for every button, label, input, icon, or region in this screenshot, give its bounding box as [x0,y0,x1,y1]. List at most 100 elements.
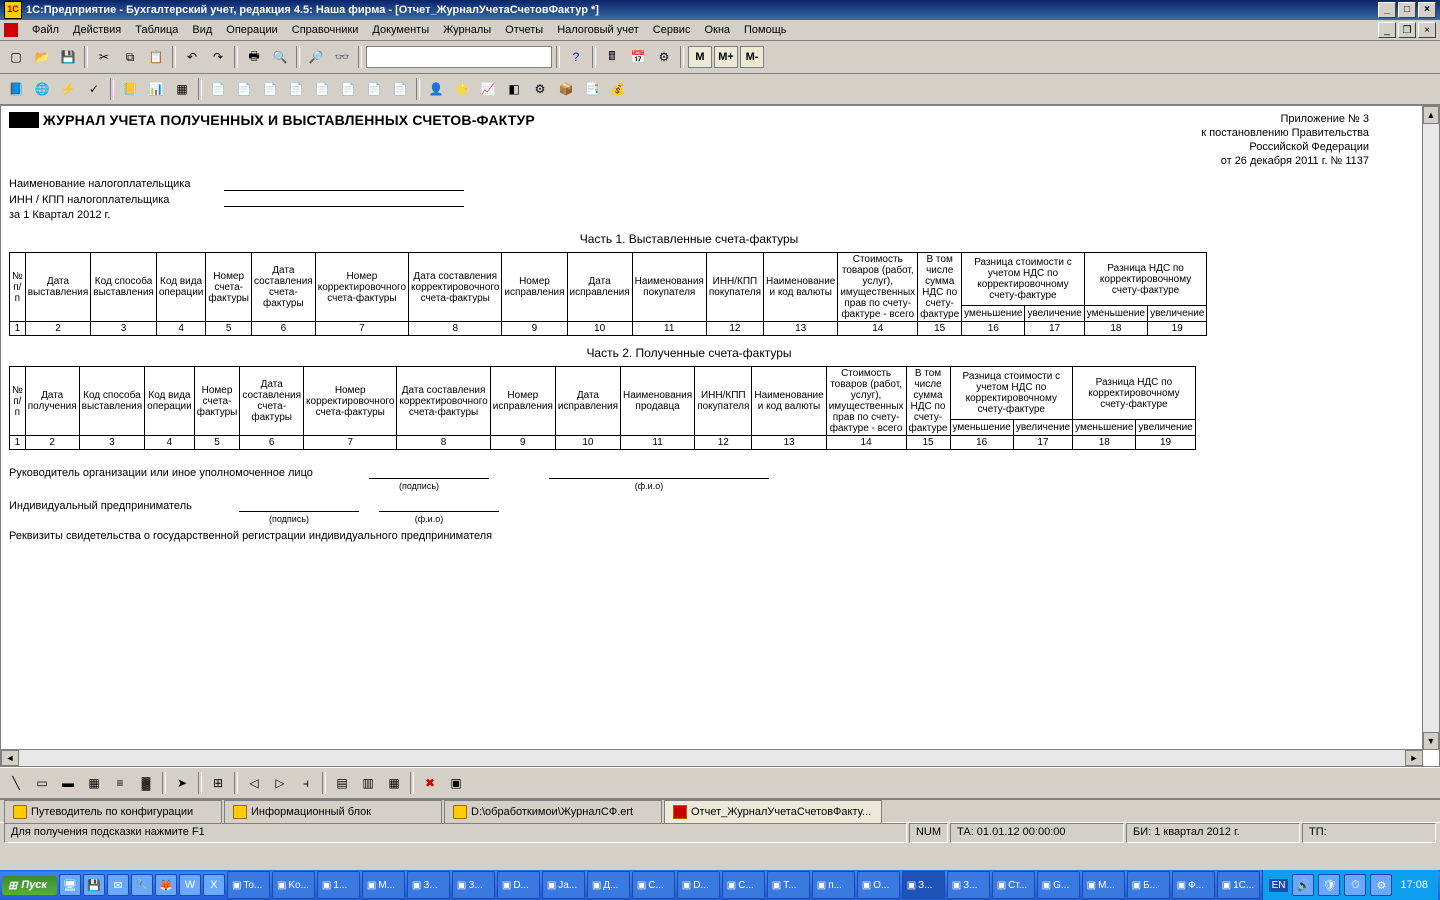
doc8-icon[interactable]: 📄 [388,77,412,101]
rect-icon[interactable]: ▭ [30,771,54,795]
maximize-button[interactable]: □ [1398,2,1416,18]
guide-icon[interactable]: 📘 [4,77,28,101]
post-icon[interactable]: ✓ [82,77,106,101]
ql-mail-icon[interactable]: ✉ [107,874,129,896]
mdi-close-button[interactable]: × [1418,22,1436,38]
minimize-button[interactable]: _ [1378,2,1396,18]
scroll-down-icon[interactable]: ▼ [1423,732,1439,750]
taskbar-task[interactable]: ▣Ст... [992,871,1035,899]
binocular-icon[interactable]: 👓 [330,45,354,69]
tray-icon-1[interactable]: 🔊 [1292,874,1314,896]
ops-icon[interactable]: ⚡ [56,77,80,101]
gear-icon[interactable]: ⚙ [528,77,552,101]
menu-operations[interactable]: Операции [220,22,283,38]
print-icon[interactable]: 🖶 [242,45,266,69]
doc3-icon[interactable]: 📄 [258,77,282,101]
menu-documents[interactable]: Документы [366,22,435,38]
taskbar-task[interactable]: ▣Ko... [272,871,315,899]
taskbar-task[interactable]: ▣З... [947,871,990,899]
ql-desktop-icon[interactable]: 🖥 [59,874,81,896]
rect2-icon[interactable]: ▬ [56,771,80,795]
lang-indicator[interactable]: EN [1269,879,1289,892]
preview-icon[interactable]: 🔍 [268,45,292,69]
doc4-icon[interactable]: 📄 [284,77,308,101]
doc1-icon[interactable]: 📄 [206,77,230,101]
grid-icon[interactable]: ▦ [170,77,194,101]
m-minus-button[interactable]: M- [740,46,764,68]
tax-icon[interactable]: 💰 [606,77,630,101]
pointer-icon[interactable]: ➤ [170,771,194,795]
check-icon[interactable]: ▣ [444,771,468,795]
open-icon[interactable]: 📂 [30,45,54,69]
fill-icon[interactable]: ▓ [134,771,158,795]
close-button[interactable]: × [1418,2,1436,18]
menu-journals[interactable]: Журналы [437,22,497,38]
menu-help[interactable]: Помощь [738,22,793,38]
taskbar-task[interactable]: ▣D... [497,871,540,899]
grid2-icon[interactable]: ▥ [356,771,380,795]
grid1-icon[interactable]: ▤ [330,771,354,795]
taskbar-task[interactable]: ▣Ja... [542,871,585,899]
taskbar-task[interactable]: ▣Ф... [1172,871,1215,899]
box-icon[interactable]: 📦 [554,77,578,101]
ql-xls-icon[interactable]: X [203,874,225,896]
menu-actions[interactable]: Действия [67,22,127,38]
doc7-icon[interactable]: 📄 [362,77,386,101]
tray-icon-2[interactable]: 🛡 [1318,874,1340,896]
mdi-sys-icon[interactable] [4,23,18,37]
taskbar-task[interactable]: ▣1С... [1217,871,1260,899]
tab-info[interactable]: Информационный блок [224,800,442,823]
taskbar-task[interactable]: ▣С... [722,871,765,899]
start-button[interactable]: ⊞ Пуск [2,876,57,895]
line-icon[interactable]: ╲ [4,771,28,795]
taskbar-task[interactable]: ▣О... [857,871,900,899]
cube-icon[interactable]: ◧ [502,77,526,101]
save-icon[interactable]: 💾 [56,45,80,69]
taskbar-task[interactable]: ▣G... [1037,871,1080,899]
report-icon[interactable]: 📑 [580,77,604,101]
taskbar-task[interactable]: ▣З... [452,871,495,899]
tool-icon[interactable]: ⚙ [652,45,676,69]
taskbar-task[interactable]: ▣С... [632,871,675,899]
redo-icon[interactable]: ↷ [206,45,230,69]
ql-save-icon[interactable]: 💾 [83,874,105,896]
tray-icon-3[interactable]: ⏱ [1344,874,1366,896]
tree-icon[interactable]: 🌐 [30,77,54,101]
vertical-scrollbar[interactable]: ▲ ▼ [1422,106,1439,750]
cross-icon[interactable]: ✖ [418,771,442,795]
find-icon[interactable]: 🔎 [304,45,328,69]
calc-icon[interactable]: 🖩 [600,45,624,69]
taskbar-task[interactable]: ▣Б... [1127,871,1170,899]
split-icon[interactable]: ⫞ [294,771,318,795]
help-icon[interactable]: ? [564,45,588,69]
m-button[interactable]: M [688,46,712,68]
m-plus-button[interactable]: M+ [714,46,738,68]
scroll-up-icon[interactable]: ▲ [1423,106,1439,124]
taskbar-task[interactable]: ▣D... [677,871,720,899]
grid3-icon[interactable]: ▦ [382,771,406,795]
menu-tax[interactable]: Налоговый учет [551,22,645,38]
shade-icon[interactable]: ▦ [82,771,106,795]
doc5-icon[interactable]: 📄 [310,77,334,101]
scroll-left-icon[interactable]: ◄ [1,750,19,766]
table-icon[interactable]: ⊞ [206,771,230,795]
ql-word-icon[interactable]: W [179,874,201,896]
star-icon[interactable]: ⭐ [450,77,474,101]
horizontal-scrollbar[interactable]: ◄ ► [1,749,1423,766]
menu-references[interactable]: Справочники [286,22,365,38]
ql-tool-icon[interactable]: 🔧 [131,874,153,896]
prev-icon[interactable]: ◁ [242,771,266,795]
search-input[interactable] [366,46,552,68]
menu-table[interactable]: Таблица [129,22,184,38]
undo-icon[interactable]: ↶ [180,45,204,69]
next-icon[interactable]: ▷ [268,771,292,795]
plan-icon[interactable]: 📊 [144,77,168,101]
taskbar-task[interactable]: ▣п... [812,871,855,899]
user-icon[interactable]: 👤 [424,77,448,101]
menu-view[interactable]: Вид [186,22,218,38]
tab-ert[interactable]: D:\обработкимои\ЖурналСФ.ert [444,800,662,823]
menu-service[interactable]: Сервис [647,22,697,38]
ql-ff-icon[interactable]: 🦊 [155,874,177,896]
menu-file[interactable]: Файл [26,22,65,38]
taskbar-task[interactable]: ▣Д... [587,871,630,899]
